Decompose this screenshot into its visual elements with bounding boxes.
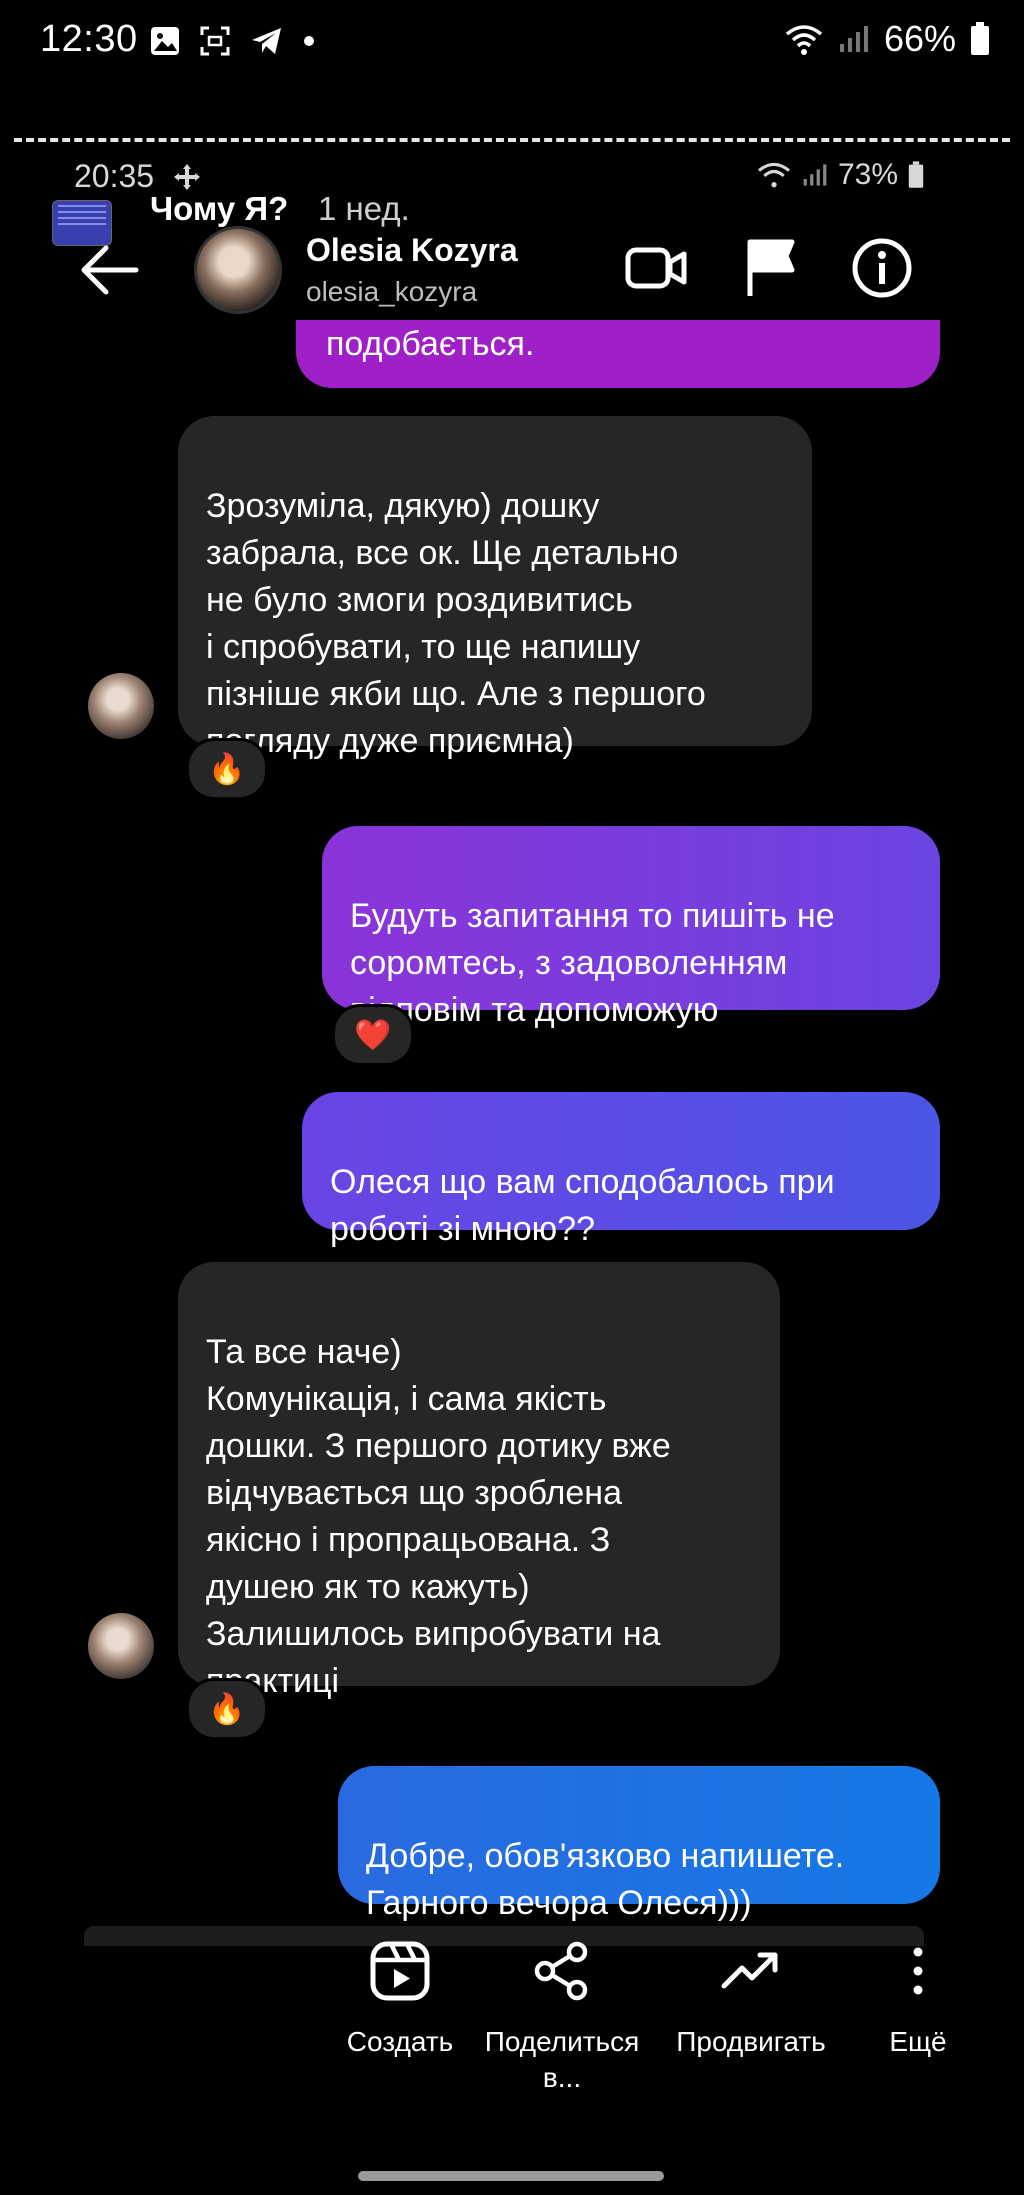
battery-icon <box>971 22 989 55</box>
gallery-icon <box>151 27 179 55</box>
status-time: 12:30 <box>40 18 138 60</box>
sender-avatar[interactable] <box>88 673 154 739</box>
create-button[interactable]: Создать <box>330 1940 470 2060</box>
wifi-icon <box>785 25 823 55</box>
battery-percent: 66% <box>883 18 956 59</box>
message-text: Та все наче) Комунікація, і сама якість … <box>206 1333 671 1700</box>
inner-signal-icon <box>803 164 827 186</box>
message-text: Олеся що вам сподобалось при роботі зі м… <box>330 1163 835 1248</box>
fire-icon: 🔥 <box>208 752 246 786</box>
heart-icon: ❤️ <box>354 1018 392 1052</box>
message-text: подобається. <box>326 325 535 363</box>
message-outgoing[interactable]: Будуть запитання то пишіть не соромтесь,… <box>322 826 940 1029</box>
screenshot-icon <box>200 26 230 56</box>
create-label: Создать <box>346 2026 454 2057</box>
reels-icon <box>370 1941 430 2001</box>
share-label: Поделиться в... <box>484 2026 640 2093</box>
dot-icon <box>304 36 314 46</box>
inner-status-right: 73% <box>756 158 924 192</box>
video-call-icon[interactable] <box>624 236 688 300</box>
message-text: Зрозуміла, дякую) дошку забрала, все ок.… <box>206 487 706 760</box>
contact-avatar[interactable] <box>194 226 282 314</box>
sender-avatar[interactable] <box>88 1613 154 1679</box>
status-notification-icons <box>150 26 314 56</box>
move-icon <box>174 164 200 190</box>
message-outgoing[interactable]: подобається. <box>296 320 940 388</box>
back-arrow-icon[interactable] <box>78 242 142 298</box>
reaction-fire[interactable]: 🔥 <box>186 738 268 800</box>
message-text: Будуть запитання то пишіть не соромтесь,… <box>350 897 835 1029</box>
message-incoming[interactable]: Зрозуміла, дякую) дошку забрала, все ок.… <box>178 416 812 760</box>
status-right: 66% <box>784 18 990 60</box>
message-text: Добре, обов'язково напишете. Гарного веч… <box>366 1837 845 1922</box>
story-age: 1 нед. <box>318 190 410 227</box>
story-thumbnail[interactable] <box>52 200 112 246</box>
promote-button[interactable]: Продвигать <box>666 1940 836 2060</box>
divider <box>14 138 1010 142</box>
message-outgoing[interactable]: Добре, обов'язково напишете. Гарного веч… <box>338 1766 940 1922</box>
inner-wifi-icon <box>757 162 790 188</box>
inner-battery-icon <box>908 161 924 188</box>
contact-username[interactable]: olesia_kozyra <box>306 276 477 308</box>
message-outgoing[interactable]: Олеся що вам сподобалось при роботі зі м… <box>302 1092 940 1248</box>
promote-label: Продвигать <box>676 2026 826 2057</box>
telegram-icon <box>252 28 281 54</box>
reaction-heart[interactable]: ❤️ <box>332 1004 414 1066</box>
inner-status-time: 20:35 <box>74 158 155 194</box>
share-icon <box>534 1941 588 2001</box>
trending-icon <box>721 1952 778 1989</box>
more-button[interactable]: Ещё <box>870 1940 966 2060</box>
home-indicator[interactable] <box>358 2171 664 2181</box>
reaction-fire[interactable]: 🔥 <box>186 1678 268 1740</box>
fire-icon: 🔥 <box>208 1692 246 1726</box>
signal-icon <box>839 26 868 52</box>
flag-icon[interactable] <box>738 236 802 300</box>
more-label: Ещё <box>889 2026 947 2057</box>
story-title: Чому Я? <box>150 190 289 227</box>
inner-battery-percent: 73% <box>837 158 898 191</box>
more-vertical-icon <box>913 1947 923 1995</box>
info-icon[interactable] <box>850 236 914 300</box>
message-incoming[interactable]: Та все наче) Комунікація, і сама якість … <box>178 1262 780 1700</box>
contact-name[interactable]: Olesia Kozyra <box>306 232 518 269</box>
share-button[interactable]: Поделиться в... <box>472 1940 652 2096</box>
